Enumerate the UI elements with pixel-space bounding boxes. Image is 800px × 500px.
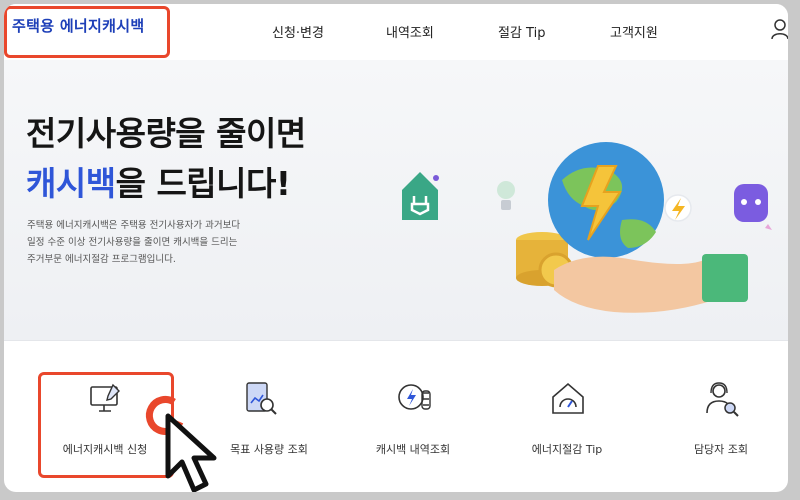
hero-headline-line1: 전기사용량을 줄이면	[26, 114, 306, 153]
hero-headline-rest: 을 드립니다!	[115, 164, 291, 203]
hand-icon	[554, 254, 748, 313]
top-header: 주택용 에너지캐시백 신청·변경 내역조회 절감 Tip 고객지원	[4, 4, 788, 60]
quick-menu-contact-label: 담당자 조회	[693, 443, 749, 456]
mouse-cursor-icon	[165, 413, 217, 492]
outlet-icon	[734, 184, 772, 230]
nav-apply-change[interactable]: 신청·변경	[272, 22, 324, 41]
hero-headline-line2: 캐시백을 드립니다!	[26, 157, 291, 205]
nav-history[interactable]: 내역조회	[386, 22, 434, 41]
quick-menu-cashback-history-label: 캐시백 내역조회	[375, 443, 451, 456]
hero-headline-accent: 캐시백	[26, 164, 116, 203]
nav-support[interactable]: 고객지원	[610, 22, 658, 41]
person-search-icon	[706, 382, 739, 417]
earth-icon	[548, 142, 664, 258]
coins-bolt-icon	[398, 384, 431, 410]
earth-hand-illustration	[402, 142, 772, 313]
app-window: 주택용 에너지캐시백 신청·변경 내역조회 절감 Tip 고객지원 전기사용량을…	[4, 4, 788, 492]
quick-menu-contact[interactable]: 담당자 조회	[646, 379, 788, 469]
house-gauge-icon	[552, 382, 584, 414]
hero-banner: 전기사용량을 줄이면 캐시백을 드립니다! 주택용 에너지캐시백은 주택용 전기…	[4, 60, 788, 340]
quick-menu-cashback-history[interactable]: 캐시백 내역조회	[338, 379, 488, 469]
nav-saving-tip[interactable]: 절감 Tip	[498, 22, 545, 41]
bulb-icon	[497, 181, 515, 210]
house-plug-icon	[402, 172, 439, 220]
lightning-badge-icon	[664, 194, 692, 222]
user-icon[interactable]	[770, 18, 788, 40]
section-divider	[4, 340, 788, 341]
quick-menu-saving-tip[interactable]: 에너지절감 Tip	[492, 379, 642, 469]
hero-description: 주택용 에너지캐시백은 주택용 전기사용자가 과거보다 일정 수준 이상 전기사…	[27, 220, 241, 265]
report-search-icon	[246, 382, 277, 415]
site-logo[interactable]: 주택용 에너지캐시백	[12, 15, 144, 36]
quick-menu-saving-tip-label: 에너지절감 Tip	[531, 443, 603, 456]
